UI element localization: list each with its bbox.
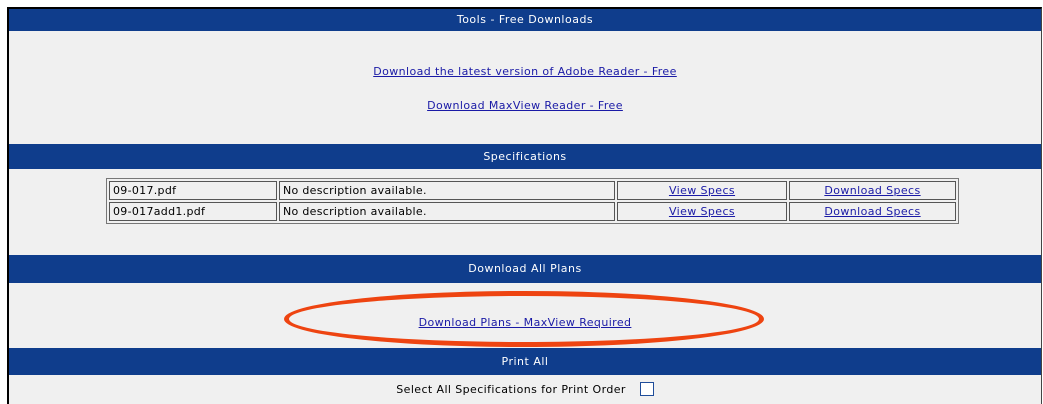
downloads-panel: Tools - Free Downloads Download the late… <box>7 7 1042 404</box>
spec-cell-view: View Specs <box>617 202 787 221</box>
specifications-section: 09-017.pdf No description available. Vie… <box>9 169 1041 255</box>
adobe-reader-download-link[interactable]: Download the latest version of Adobe Rea… <box>373 65 677 78</box>
spec-cell-view: View Specs <box>617 181 787 200</box>
download-specs-link[interactable]: Download Specs <box>824 184 920 197</box>
tools-section: Download the latest version of Adobe Rea… <box>9 31 1041 144</box>
table-row: 09-017add1.pdf No description available.… <box>109 202 956 221</box>
spec-file-name: 09-017.pdf <box>109 181 277 200</box>
view-specs-link[interactable]: View Specs <box>669 205 735 218</box>
download-specs-link[interactable]: Download Specs <box>824 205 920 218</box>
table-row: 09-017.pdf No description available. Vie… <box>109 181 956 200</box>
print-all-header: Print All <box>9 348 1041 375</box>
tools-header: Tools - Free Downloads <box>9 9 1041 31</box>
download-plans-section: Download Plans - MaxView Required <box>9 283 1041 348</box>
view-specs-link[interactable]: View Specs <box>669 184 735 197</box>
select-all-specs-label: Select All Specifications for Print Orde… <box>396 383 626 396</box>
maxview-reader-download-link[interactable]: Download MaxView Reader - Free <box>427 99 623 112</box>
spec-cell-download: Download Specs <box>789 202 956 221</box>
specifications-header: Specifications <box>9 144 1041 169</box>
spec-file-name: 09-017add1.pdf <box>109 202 277 221</box>
select-all-specs-checkbox[interactable] <box>639 382 654 396</box>
spec-description: No description available. <box>279 202 615 221</box>
specifications-table: 09-017.pdf No description available. Vie… <box>106 178 959 224</box>
spec-cell-download: Download Specs <box>789 181 956 200</box>
download-all-plans-header: Download All Plans <box>9 255 1041 283</box>
download-plans-link[interactable]: Download Plans - MaxView Required <box>419 316 632 329</box>
select-all-specs-row: Select All Specifications for Print Orde… <box>9 382 1041 397</box>
spec-description: No description available. <box>279 181 615 200</box>
